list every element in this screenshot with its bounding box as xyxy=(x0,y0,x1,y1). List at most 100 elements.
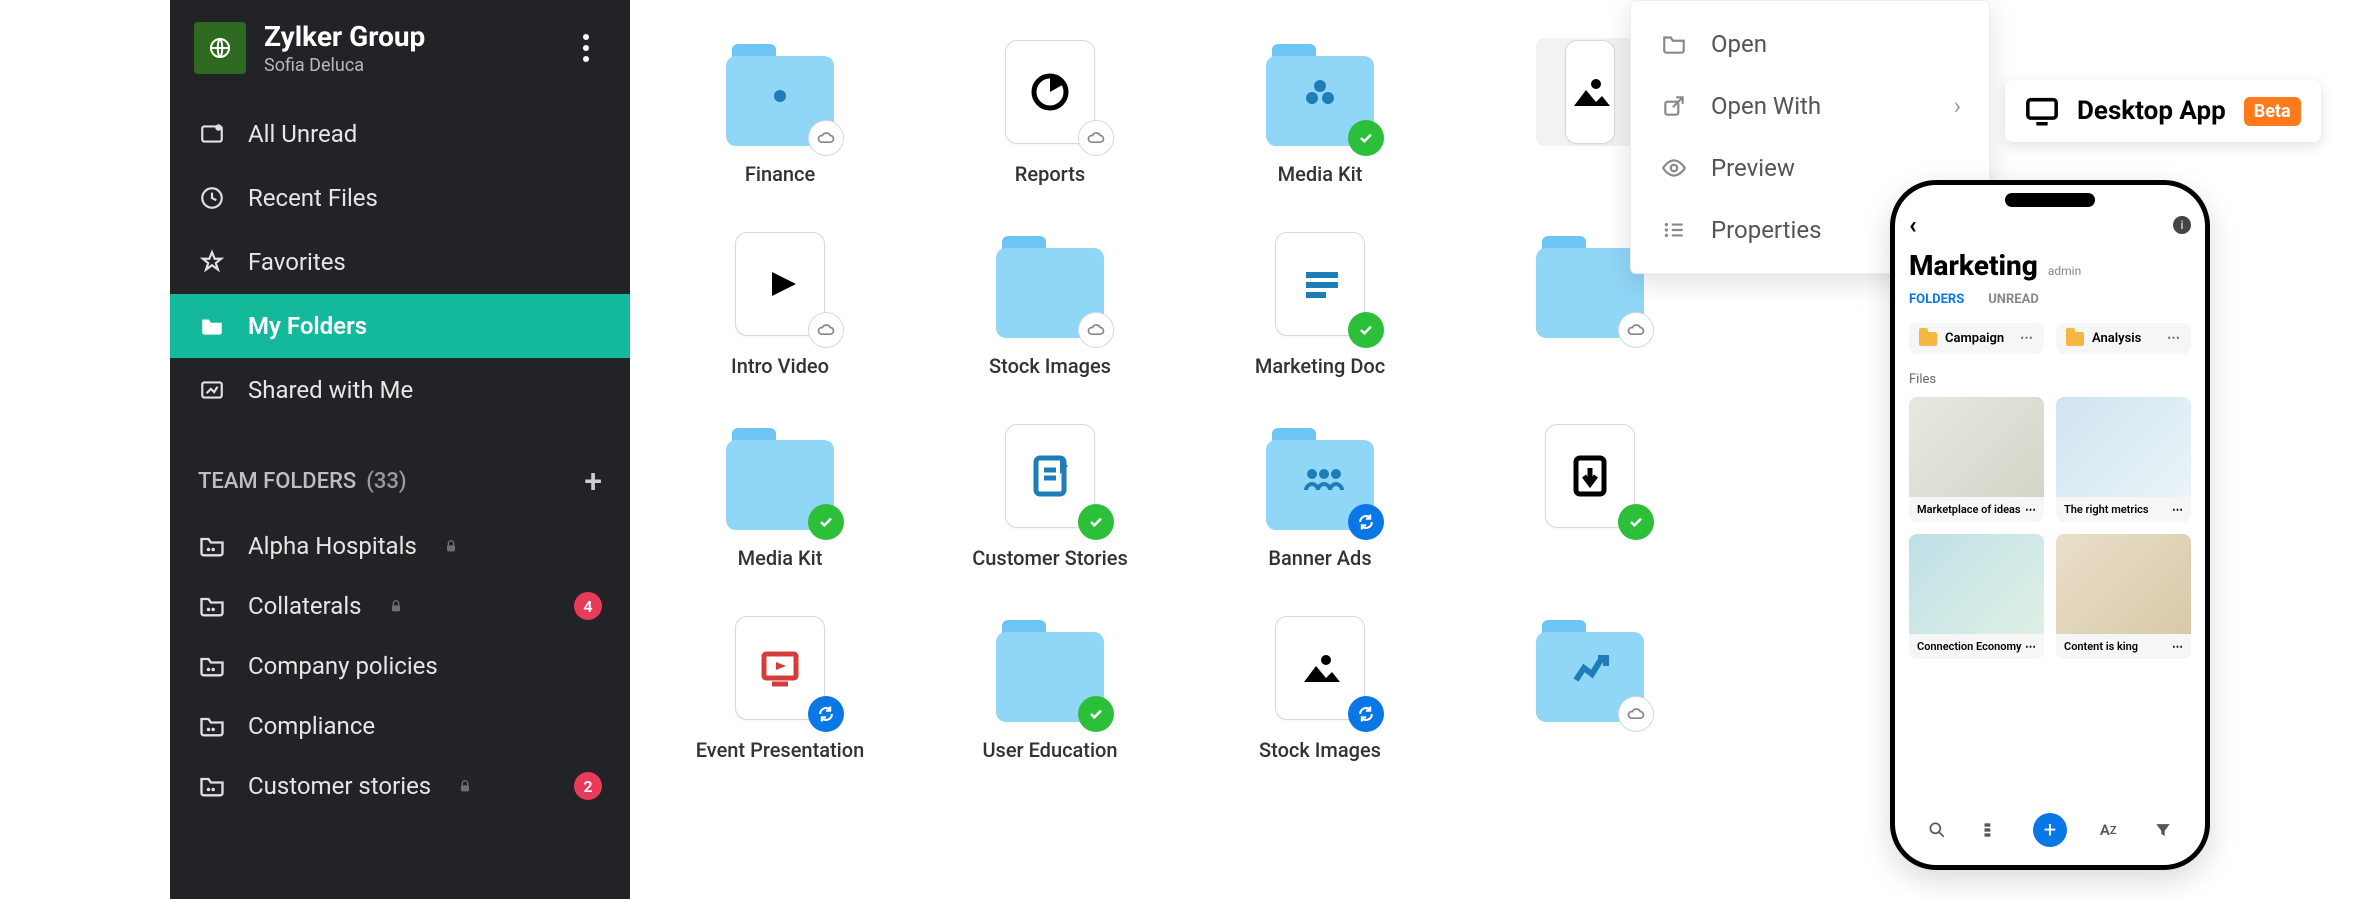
sidebar-more-button[interactable] xyxy=(566,34,606,62)
folder-glyph xyxy=(1536,230,1644,338)
more-icon[interactable]: ⋯ xyxy=(2020,331,2034,346)
thumbnail xyxy=(996,614,1104,722)
file-item[interactable]: Event Presentation xyxy=(670,614,890,762)
team-folder-item[interactable]: Customer stories 2 xyxy=(170,756,630,816)
more-icon[interactable]: ⋯ xyxy=(2172,640,2183,653)
mobile-tab[interactable]: FOLDERS xyxy=(1909,292,1964,307)
mobile-folder-card[interactable]: Analysis⋯ xyxy=(2056,323,2191,354)
folder-glyph xyxy=(726,422,834,530)
mobile-sort-button[interactable]: AZ xyxy=(2094,816,2122,844)
folder-glyph xyxy=(726,38,834,146)
nav-label: All Unread xyxy=(248,120,357,148)
shared-icon xyxy=(198,376,226,404)
context-menu-item[interactable]: Open xyxy=(1631,13,1989,75)
org-name: Zylker Group xyxy=(264,20,548,53)
thumbnail xyxy=(1266,614,1374,722)
file-item[interactable]: Reports xyxy=(940,38,1160,186)
sidebar-nav: All Unread Recent Files Favorites My Fol… xyxy=(170,102,630,422)
team-folder-icon xyxy=(198,592,226,620)
desktop-app-tag[interactable]: Desktop App Beta xyxy=(2005,80,2321,142)
folder-item[interactable]: Banner Ads xyxy=(1210,422,1430,570)
folder-item[interactable]: Finance xyxy=(670,38,890,186)
more-icon[interactable]: ⋯ xyxy=(2172,503,2183,516)
folder-item[interactable]: Stock Images xyxy=(940,230,1160,378)
mobile-filter-button[interactable] xyxy=(2149,816,2177,844)
team-folder-item[interactable]: Collaterals 4 xyxy=(170,576,630,636)
nav-label: Recent Files xyxy=(248,184,378,212)
team-folder-item[interactable]: Alpha Hospitals xyxy=(170,516,630,576)
file-item[interactable]: Intro Video xyxy=(670,230,890,378)
mobile-title: Marketing xyxy=(1909,249,2038,282)
folder-item[interactable]: Media Kit xyxy=(1210,38,1430,186)
mobile-add-button[interactable]: + xyxy=(2033,813,2067,847)
info-icon[interactable]: i xyxy=(2173,216,2191,234)
item-label: Stock Images xyxy=(1259,738,1381,762)
mobile-tab[interactable]: UNREAD xyxy=(1988,292,2039,307)
thumbnail xyxy=(726,230,834,338)
folder-item[interactable]: User Education xyxy=(940,614,1160,762)
mobile-search-button[interactable] xyxy=(1923,816,1951,844)
unread-icon xyxy=(198,120,226,148)
mobile-back-button[interactable]: ‹ xyxy=(1909,211,1917,239)
syncing-icon xyxy=(808,696,844,732)
mobile-view-button[interactable] xyxy=(1978,816,2006,844)
thumbnail xyxy=(1536,614,1644,722)
team-folder-icon xyxy=(198,652,226,680)
nav-shared-with-me[interactable]: Shared with Me xyxy=(170,358,630,422)
mobile-file-card[interactable]: Marketplace of ideas⋯ xyxy=(1909,397,2044,522)
folder-item[interactable] xyxy=(1480,614,1700,762)
nav-all-unread[interactable]: All Unread xyxy=(170,102,630,166)
cloud-icon xyxy=(808,312,844,348)
synced-icon xyxy=(1348,312,1384,348)
folder-icon xyxy=(1919,332,1937,346)
file-icon xyxy=(1565,40,1615,144)
unread-badge: 4 xyxy=(574,592,602,620)
context-menu-item[interactable]: Open With › xyxy=(1631,75,1989,137)
item-label: Banner Ads xyxy=(1268,546,1371,570)
mobile-file-card[interactable]: Content is king⋯ xyxy=(2056,534,2191,659)
folder-icon xyxy=(1659,29,1689,59)
thumbnail xyxy=(996,422,1104,530)
mobile-files-label: Files xyxy=(1909,372,2191,387)
folder-glyph xyxy=(996,230,1104,338)
item-label: Customer Stories xyxy=(972,546,1128,570)
more-icon[interactable]: ⋯ xyxy=(2025,640,2036,653)
item-label: Finance xyxy=(745,162,815,186)
thumbnail xyxy=(1536,38,1644,146)
folder-item[interactable]: Media Kit xyxy=(670,422,890,570)
nav-my-folders[interactable]: My Folders xyxy=(170,294,630,358)
team-folder-label: Collaterals xyxy=(248,592,362,620)
thumbnail xyxy=(1536,230,1644,338)
mobile-tabs: FOLDERS UNREAD xyxy=(1909,292,2191,307)
mobile-file-card[interactable]: Connection Economy⋯ xyxy=(1909,534,2044,659)
folder-glyph xyxy=(1266,422,1374,530)
nav-favorites[interactable]: Favorites xyxy=(170,230,630,294)
list-icon xyxy=(1659,215,1689,245)
user-name: Sofia Deluca xyxy=(264,55,548,76)
nav-label: Favorites xyxy=(248,248,346,276)
nav-recent-files[interactable]: Recent Files xyxy=(170,166,630,230)
team-folder-item[interactable]: Company policies xyxy=(170,636,630,696)
desktop-app-label: Desktop App xyxy=(2077,96,2226,126)
monitor-icon xyxy=(2025,94,2059,128)
mobile-file-card[interactable]: The right metrics⋯ xyxy=(2056,397,2191,522)
context-menu-label: Properties xyxy=(1711,216,1821,244)
team-folders-count: (33) xyxy=(366,469,406,494)
file-item[interactable]: Customer Stories xyxy=(940,422,1160,570)
file-item[interactable]: Stock Images xyxy=(1210,614,1430,762)
mobile-folder-card[interactable]: Campaign⋯ xyxy=(1909,323,2044,354)
unread-badge: 2 xyxy=(574,772,602,800)
thumbnail xyxy=(1266,38,1374,146)
file-item[interactable]: Marketing Doc xyxy=(1210,230,1430,378)
file-item[interactable] xyxy=(1480,422,1700,570)
more-icon[interactable]: ⋯ xyxy=(2025,503,2036,516)
add-team-folder-button[interactable]: + xyxy=(584,462,602,500)
more-icon[interactable]: ⋯ xyxy=(2167,331,2181,346)
file-grid: Finance Reports Media Kit Intro Video Stoc… xyxy=(670,38,1700,762)
file-thumbnail xyxy=(2056,397,2191,497)
context-menu-label: Preview xyxy=(1711,154,1795,182)
thumbnail xyxy=(996,38,1104,146)
nav-label: Shared with Me xyxy=(248,376,413,404)
team-folder-item[interactable]: Compliance xyxy=(170,696,630,756)
cloud-icon xyxy=(1078,120,1114,156)
